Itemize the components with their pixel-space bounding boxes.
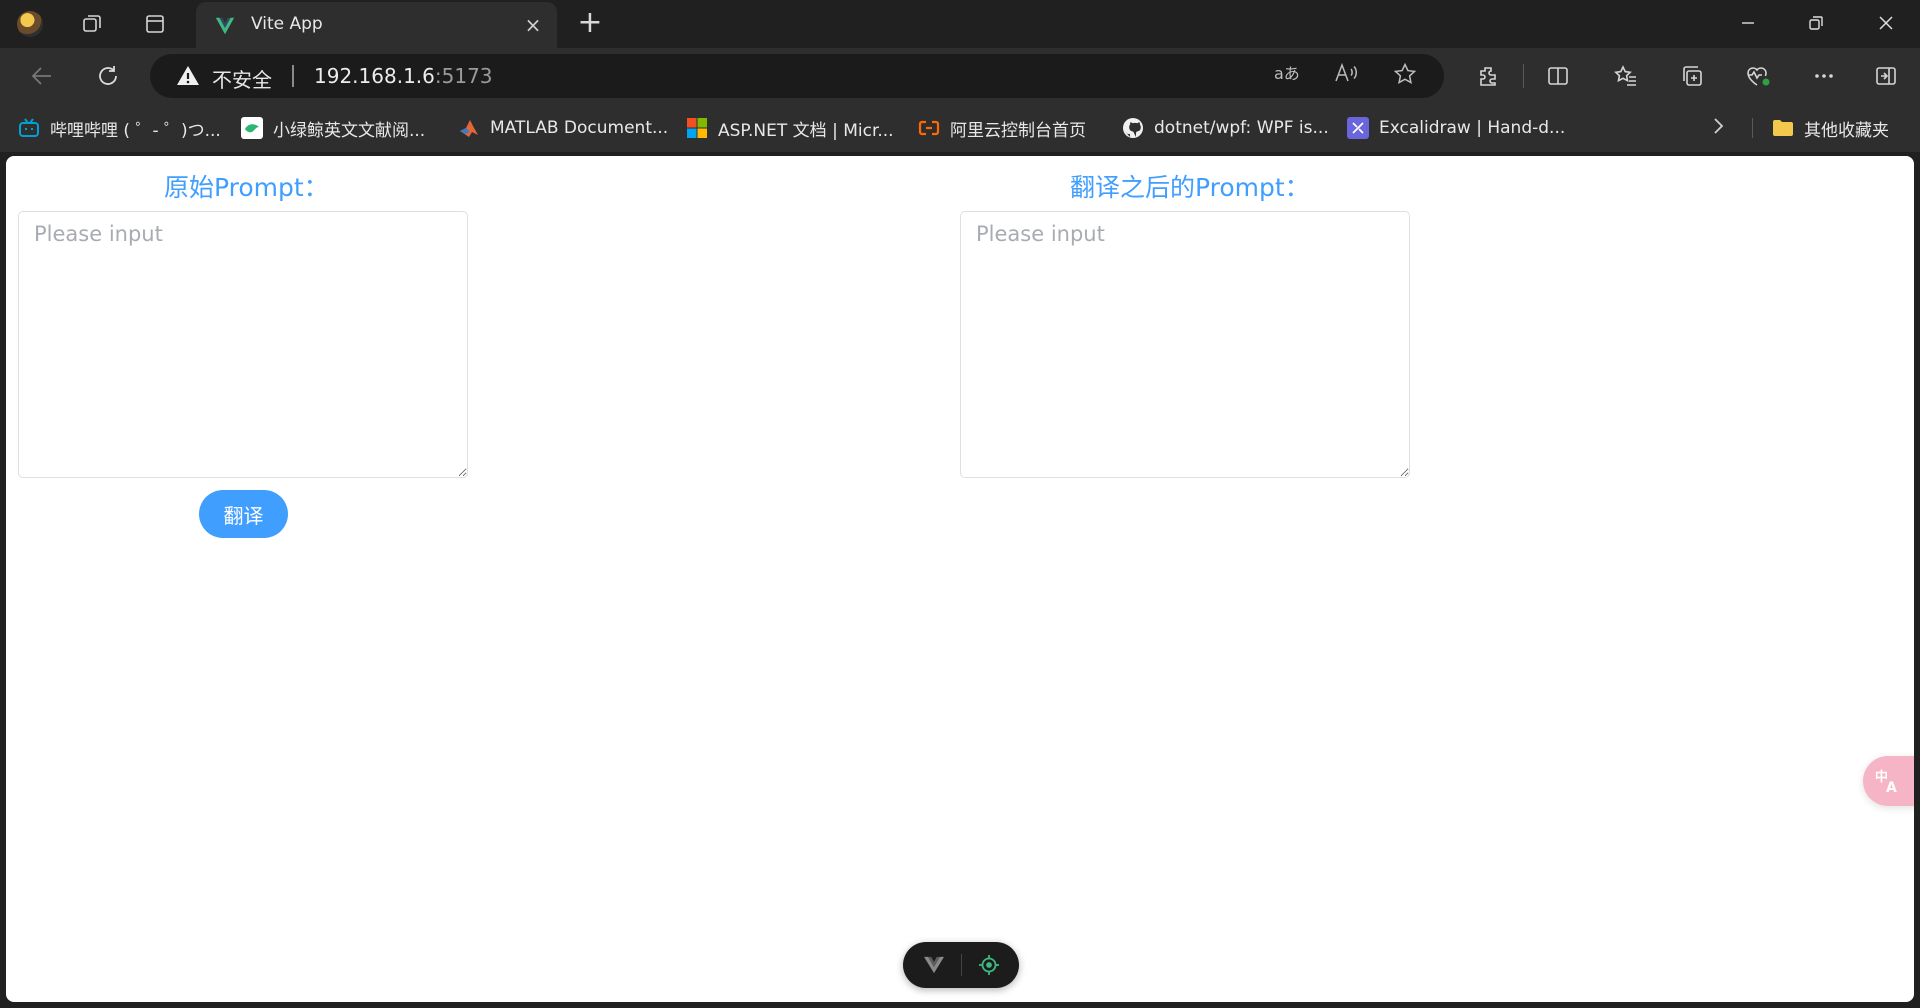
warning-icon[interactable]	[176, 64, 200, 88]
translated-prompt-title: 翻译之后的Prompt：	[1070, 173, 1310, 202]
tab-actions-icon[interactable]	[139, 8, 171, 40]
address-divider	[292, 65, 294, 87]
new-tab-button[interactable]: +	[574, 8, 606, 40]
favorites-icon[interactable]	[1608, 58, 1644, 94]
bookmark-label: Excalidraw | Hand-d...	[1379, 118, 1566, 138]
security-label[interactable]: 不安全	[212, 64, 272, 93]
extensions-icon[interactable]	[1470, 58, 1506, 94]
tab-vite-app[interactable]: Vite App ×	[196, 2, 557, 48]
collections-icon[interactable]	[1674, 58, 1710, 94]
sidebar-toggle-icon[interactable]	[1868, 58, 1904, 94]
vue-logo-icon	[215, 17, 235, 35]
bookmark-aliyun[interactable]: 阿里云控制台首页	[918, 116, 1086, 141]
floating-translate-button[interactable]: 中 A	[1863, 756, 1914, 806]
green-whale-icon	[241, 117, 263, 139]
matlab-icon	[458, 117, 480, 139]
bookmark-github-wpf[interactable]: dotnet/wpf: WPF is...	[1122, 116, 1329, 140]
more-options-icon[interactable]	[1806, 58, 1842, 94]
refresh-button[interactable]	[90, 58, 126, 94]
svg-text:aあ: aあ	[1274, 64, 1299, 83]
folder-label: 其他收藏夹	[1804, 120, 1889, 141]
bookmark-excalidraw[interactable]: Excalidraw | Hand-d...	[1347, 116, 1565, 140]
bookmarks-divider	[1752, 118, 1753, 138]
close-window-button[interactable]	[1862, 6, 1910, 42]
bookmark-bilibili[interactable]: 哔哩哔哩 ( ゜- ゜)つ...	[18, 116, 221, 141]
bookmark-label: 小绿鲸英文文献阅...	[273, 120, 426, 141]
bookmark-matlab[interactable]: MATLAB Document...	[458, 116, 668, 140]
minimize-button[interactable]	[1724, 6, 1772, 42]
close-tab-icon[interactable]: ×	[521, 13, 545, 37]
page-viewport: 原始Prompt： 翻译 翻译之后的Prompt： 中 A	[6, 156, 1914, 1002]
split-screen-icon[interactable]	[1540, 58, 1576, 94]
url-text[interactable]: 192.168.1.6:5173	[314, 64, 493, 88]
github-icon	[1122, 117, 1144, 139]
translate-icon: 中 A	[1875, 769, 1897, 794]
bookmark-label: 哔哩哔哩 ( ゜- ゜)つ...	[50, 120, 221, 141]
bookmark-label: 阿里云控制台首页	[950, 120, 1086, 141]
url-port: :5173	[434, 64, 493, 88]
workspaces-icon[interactable]	[76, 8, 108, 40]
vue-devtools-toggle[interactable]	[903, 942, 1019, 988]
bookmark-aspnet[interactable]: ASP.NET 文档 | Micr...	[686, 116, 894, 141]
translated-prompt-output[interactable]	[960, 211, 1410, 478]
back-arrow-icon	[31, 67, 51, 85]
original-prompt-title: 原始Prompt：	[164, 173, 329, 202]
bookmark-label: MATLAB Document...	[490, 118, 669, 138]
favorite-star-icon[interactable]	[1391, 62, 1419, 90]
translate-page-icon[interactable]: aあ	[1272, 62, 1300, 90]
original-prompt-input[interactable]	[18, 211, 468, 478]
translate-button[interactable]: 翻译	[199, 490, 288, 538]
browser-essentials-icon[interactable]	[1740, 58, 1776, 94]
bilibili-icon	[18, 117, 40, 139]
tab-title: Vite App	[251, 14, 323, 34]
read-aloud-icon[interactable]	[1332, 62, 1360, 90]
aliyun-icon	[918, 117, 940, 139]
url-host: 192.168.1.6	[314, 64, 435, 88]
avatar-icon	[17, 11, 43, 37]
bookmark-label: dotnet/wpf: WPF is...	[1154, 118, 1329, 138]
address-bar[interactable]: 不安全 192.168.1.6:5173 aあ	[150, 54, 1444, 98]
vue-logo-icon	[923, 956, 944, 974]
profile-avatar[interactable]	[14, 8, 46, 40]
svg-text:A: A	[1886, 780, 1897, 794]
tab-bar: Vite App × +	[0, 0, 1920, 48]
navigation-bar: 不安全 192.168.1.6:5173 aあ	[0, 48, 1920, 104]
toolbar-divider	[1523, 64, 1524, 88]
other-favorites-folder[interactable]: 其他收藏夹	[1772, 116, 1889, 141]
back-button[interactable]	[24, 58, 60, 94]
devtools-divider	[960, 954, 962, 976]
inspect-target-icon	[978, 955, 999, 975]
bookmark-green-whale[interactable]: 小绿鲸英文文献阅...	[241, 116, 426, 141]
microsoft-icon	[686, 117, 708, 139]
bookmark-label: ASP.NET 文档 | Micr...	[718, 120, 894, 141]
restore-button[interactable]	[1792, 6, 1840, 42]
folder-icon	[1772, 117, 1794, 139]
refresh-icon	[99, 66, 117, 85]
excalidraw-icon	[1347, 117, 1369, 139]
bookmarks-bar: 哔哩哔哩 ( ゜- ゜)つ... 小绿鲸英文文献阅... MATLAB Docu…	[0, 104, 1920, 152]
more-bookmarks-chevron-icon[interactable]	[1700, 116, 1736, 140]
